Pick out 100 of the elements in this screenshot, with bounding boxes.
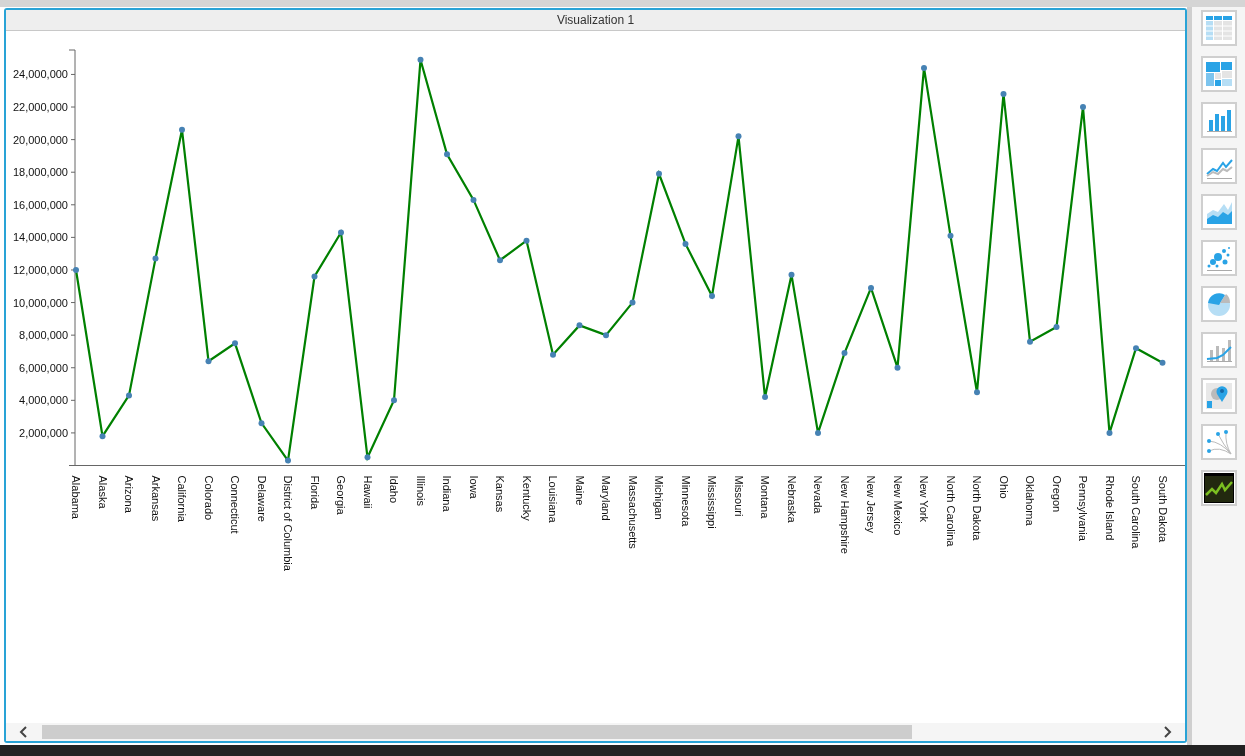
data-point [1159,359,1166,366]
x-category-label: California [176,475,188,522]
data-point [1133,345,1139,352]
combo-chart-view-button[interactable] [1200,332,1237,368]
x-category-label: North Dakota [971,475,983,541]
data-point [974,389,980,396]
y-tick-label: 4,000,000 [19,394,68,407]
y-tick-label: 18,000,000 [12,166,68,179]
data-point [1053,324,1060,330]
y-tick-label: 2,000,000 [19,426,68,439]
x-category-label: Montana [759,475,771,519]
area-chart-view-button[interactable] [1200,194,1237,230]
network-view-button[interactable] [1200,424,1237,460]
data-point [629,299,636,306]
x-category-label: Idaho [388,475,400,504]
x-category-label: New York [918,475,930,522]
y-tick-label: 8,000,000 [19,329,68,342]
data-point [709,293,715,300]
x-category-label: Rhode Island [1103,475,1116,541]
x-category-label: North Carolina [944,475,957,547]
y-tick-label: 22,000,000 [12,101,68,114]
data-point [285,457,291,464]
data-point [417,56,424,63]
data-point [338,229,344,236]
x-category-label: Illinois [414,475,427,507]
data-point [576,322,583,329]
data-point [1000,91,1007,97]
scatter-chart-view-button[interactable] [1200,240,1237,276]
data-point [735,133,742,140]
x-category-label: Missouri [732,475,745,517]
x-category-label: South Carolina [1130,475,1142,549]
x-category-label: Florida [308,475,321,510]
x-category-label: Ohio [997,475,1010,499]
data-point [99,433,106,440]
scatter-chart-icon [1204,244,1233,272]
x-category-label: Alabama [70,475,82,519]
x-category-label: New Jersey [865,475,877,533]
x-category-label: Colorado [202,475,215,521]
x-category-label: Maine [573,475,586,506]
x-category-label: New Hampshire [838,475,851,554]
dark-line-chart-view-button[interactable] [1200,470,1237,506]
x-category-label: Mississippi [706,475,718,529]
map-view-button[interactable] [1200,378,1237,414]
y-tick-label: 16,000,000 [12,198,68,211]
chevron-left-icon [19,726,29,738]
data-point [73,266,79,273]
data-point [205,358,212,365]
y-tick-label: 10,000,000 [12,296,68,309]
x-category-label: Connecticut [229,475,241,534]
y-tick-label: 20,000,000 [12,133,68,146]
line-chart-view-button[interactable] [1200,148,1237,184]
data-point [258,420,265,427]
x-category-label: Arkansas [149,475,162,522]
data-point [815,429,821,436]
y-tick-label: 6,000,000 [19,361,68,374]
x-category-label: Maryland [600,475,612,521]
x-category-label: Minnesota [679,475,692,527]
treemap-icon [1204,60,1233,88]
x-category-label: Pennsylvania [1077,475,1089,541]
data-point [497,257,503,264]
data-point [444,151,450,158]
data-point [947,232,954,239]
data-point [550,351,556,358]
x-category-label: New Mexico [891,475,904,536]
x-category-label: Nevada [812,475,824,514]
panel-title: Visualization 1 [556,13,635,27]
data-point [788,271,795,278]
x-category-label: District of Columbia [282,475,294,571]
x-category-label: Oklahoma [1024,475,1036,526]
x-category-label: Kansas [494,475,506,513]
bar-chart-view-button[interactable] [1200,102,1237,138]
data-point [1106,429,1113,436]
x-category-label: Delaware [255,475,268,522]
x-category-label: Michigan [653,475,665,520]
data-point [868,284,874,291]
data-point [523,237,530,244]
data-point [656,170,662,177]
data-point [894,364,901,371]
x-category-label: Massachusetts [626,475,639,549]
dark-line-chart-icon [1203,473,1234,503]
data-point [762,394,768,401]
table-view-button[interactable] [1200,10,1237,46]
x-category-label: Louisiana [547,475,559,523]
data-point [603,332,609,339]
pie-chart-view-button[interactable] [1200,286,1237,322]
y-tick-label: 24,000,000 [12,68,68,81]
network-icon [1204,428,1233,456]
data-point [364,454,371,461]
x-category-label: Alaska [96,475,109,509]
data-point [179,126,185,133]
scrollbar-thumb[interactable] [42,725,912,739]
treemap-view-button[interactable] [1200,56,1237,92]
data-point [152,255,159,262]
x-category-label: Kentucky [520,475,533,521]
x-category-label: Arizona [123,475,135,513]
x-category-label: Iowa [467,475,480,499]
data-point [682,240,689,247]
table-icon [1204,14,1233,42]
chevron-right-icon [1162,726,1172,738]
y-tick-label: 14,000,000 [12,231,68,244]
